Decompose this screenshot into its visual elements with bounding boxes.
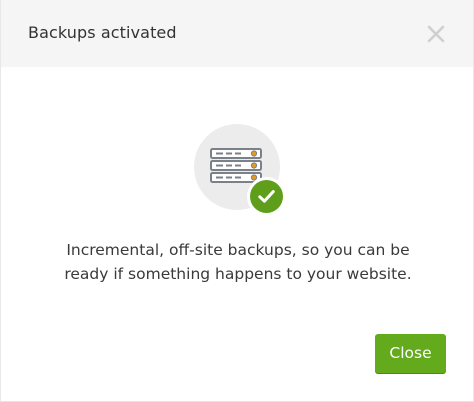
dialog-header: Backups activated — [1, 0, 473, 67]
checkmark-badge — [250, 180, 283, 213]
dialog-message: Incremental, off-site backups, so you ca… — [64, 241, 412, 283]
close-button[interactable]: Close — [375, 334, 446, 373]
dialog-title: Backups activated — [28, 23, 177, 42]
backup-illustration — [194, 124, 286, 216]
backups-activated-dialog: Backups activated Incremental, off-site … — [0, 0, 474, 402]
close-icon[interactable] — [425, 23, 447, 45]
server-rack-icon — [210, 148, 262, 183]
checkmark-icon — [258, 190, 275, 203]
